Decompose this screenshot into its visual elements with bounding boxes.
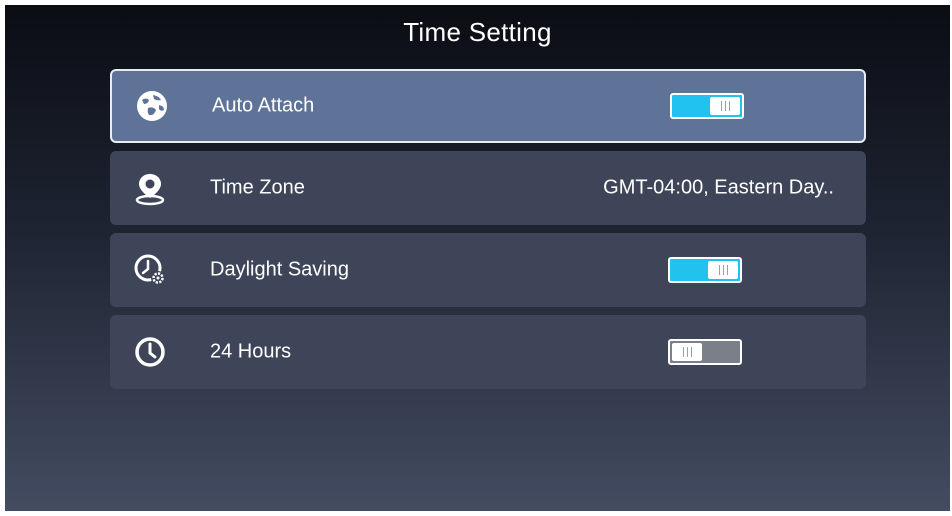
row-label: Auto Attach (212, 94, 315, 117)
page-title: Time Setting (403, 17, 552, 47)
globe-icon (137, 91, 167, 121)
row-auto-attach[interactable]: Auto Attach (110, 69, 866, 143)
row-label: Time Zone (210, 176, 305, 199)
row-label: Daylight Saving (210, 258, 349, 281)
row-label: 24 Hours (210, 340, 292, 363)
clock-icon (135, 337, 165, 367)
toggle-knob (708, 261, 738, 279)
toggle-knob (710, 97, 740, 115)
location-pin-icon (135, 174, 165, 206)
time-setting-screen: Time Setting Auto Attach Time Zone GMT-0… (5, 5, 950, 511)
row-daylight-saving[interactable]: Daylight Saving (110, 233, 866, 307)
row-24-hours[interactable]: 24 Hours (110, 315, 866, 389)
24-hours-toggle[interactable] (668, 339, 742, 365)
auto-attach-toggle[interactable] (670, 93, 744, 119)
daylight-saving-toggle[interactable] (668, 257, 742, 283)
row-time-zone[interactable]: Time Zone GMT-04:00, Eastern Day.. (110, 151, 866, 225)
toggle-knob (672, 343, 702, 361)
settings-list: Auto Attach Time Zone GMT-04:00, Eastern… (110, 69, 866, 397)
time-zone-value: GMT-04:00, Eastern Day.. (603, 176, 834, 199)
clock-gear-icon (134, 254, 165, 285)
